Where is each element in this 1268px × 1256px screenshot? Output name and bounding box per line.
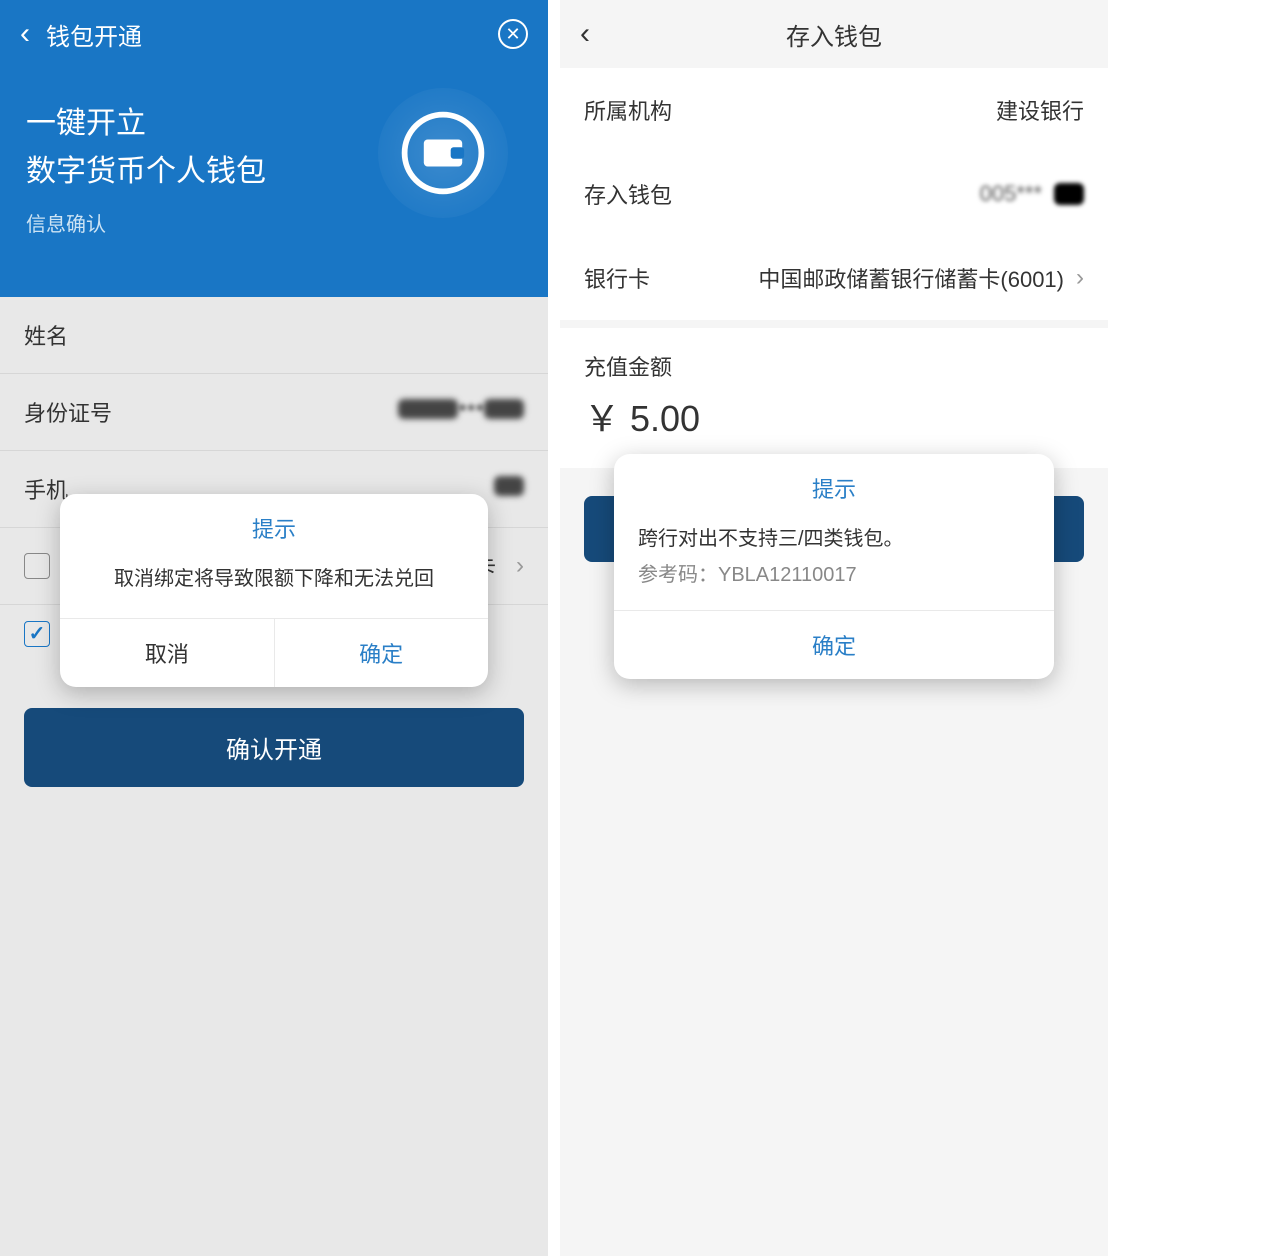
modal-title: 提示 (614, 454, 1054, 516)
row-wallet[interactable]: 存入钱包 005*** (560, 152, 1108, 236)
alert-modal: 提示 跨行对出不支持三/四类钱包。 参考码：YBLA12110017 确定 (614, 454, 1054, 679)
back-icon[interactable]: ‹ (580, 17, 590, 51)
row-value: 建设银行 (996, 94, 1084, 126)
alert-modal: 提示 取消绑定将导致限额下降和无法兑回 取消 确定 (60, 494, 487, 687)
ref-code-line: 参考码：YBLA12110017 (638, 560, 1030, 590)
header-bar: ‹ 存入钱包 (560, 0, 1108, 68)
row-value: 中国邮政储蓄银行储蓄卡(6001) › (758, 262, 1084, 294)
screen-deposit: ‹ 存入钱包 所属机构 建设银行 存入钱包 005*** 银行卡 中国邮政储蓄银… (560, 0, 1108, 1256)
modal-title: 提示 (60, 494, 487, 556)
row-label: 银行卡 (584, 262, 650, 294)
row-org: 所属机构 建设银行 (560, 68, 1108, 152)
confirm-button[interactable]: 确定 (275, 619, 488, 687)
amount-label: 充值金额 (560, 328, 1108, 384)
cancel-button[interactable]: 取消 (60, 619, 274, 687)
screen-wallet-open: ‹ 钱包开通 ✕ 一键开立 数字货币个人钱包 信息确认 姓名 身份证号 *** … (0, 0, 548, 1256)
modal-message: 跨行对出不支持三/四类钱包。 (638, 524, 1030, 554)
row-value: 005*** (980, 181, 1084, 207)
row-label: 所属机构 (584, 94, 672, 126)
modal-body: 取消绑定将导致限额下降和无法兑回 (60, 556, 487, 618)
modal-body: 跨行对出不支持三/四类钱包。 参考码：YBLA12110017 (614, 516, 1054, 610)
amount-section: 充值金额 ￥ 5.00 (560, 328, 1108, 468)
chevron-right-icon: › (1076, 264, 1084, 292)
info-section: 所属机构 建设银行 存入钱包 005*** 银行卡 中国邮政储蓄银行储蓄卡(60… (560, 68, 1108, 320)
confirm-button[interactable]: 确定 (614, 611, 1054, 679)
row-label: 存入钱包 (584, 178, 672, 210)
modal-actions: 确定 (614, 610, 1054, 679)
page-title: 存入钱包 (560, 17, 1108, 52)
modal-overlay: 提示 取消绑定将导致限额下降和无法兑回 取消 确定 (0, 0, 548, 1256)
row-bank-card[interactable]: 银行卡 中国邮政储蓄银行储蓄卡(6001) › (560, 236, 1108, 320)
modal-actions: 取消 确定 (60, 618, 487, 687)
